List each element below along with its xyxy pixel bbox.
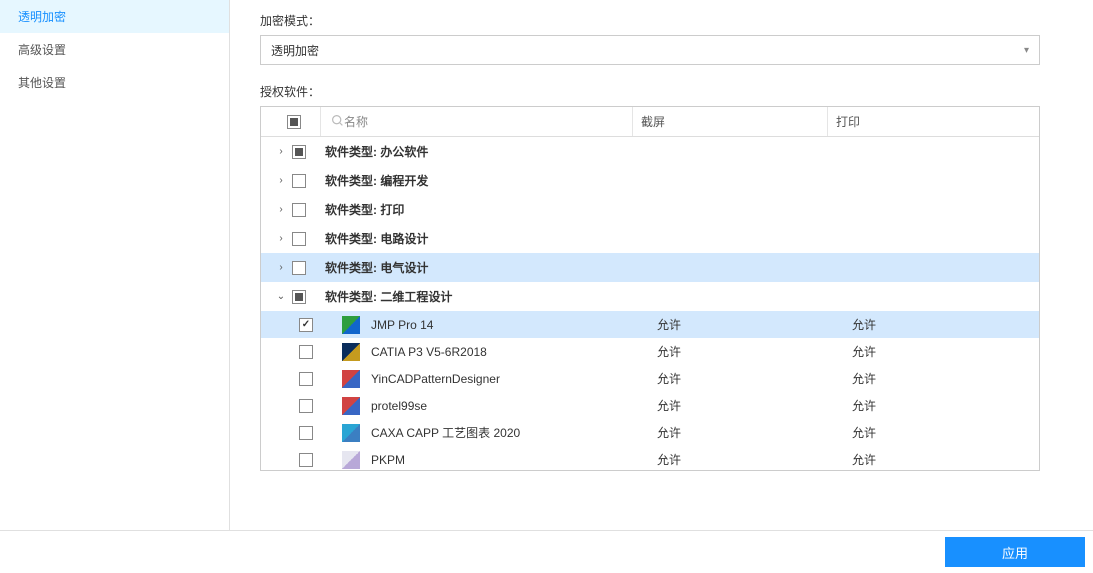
software-name: PKPM: [361, 453, 649, 467]
app-icon: [342, 424, 360, 442]
sidebar-item-2[interactable]: 其他设置: [0, 66, 229, 99]
software-row[interactable]: PKPM允许允许: [261, 446, 1039, 470]
screenshot-value: 允许: [649, 370, 844, 387]
software-checkbox[interactable]: [299, 372, 313, 386]
category-checkbox[interactable]: [292, 261, 306, 275]
app-icon: [342, 451, 360, 469]
screenshot-value: 允许: [649, 424, 844, 441]
software-row[interactable]: protel99se允许允许: [261, 392, 1039, 419]
category-checkbox[interactable]: [292, 174, 306, 188]
print-value: 允许: [844, 370, 1039, 387]
software-name: JMP Pro 14: [361, 318, 649, 332]
screenshot-value: 允许: [649, 343, 844, 360]
app-icon: [342, 316, 360, 334]
print-value: 允许: [844, 397, 1039, 414]
print-value: 允许: [844, 343, 1039, 360]
software-checkbox[interactable]: [299, 318, 313, 332]
software-name: CATIA P3 V5-6R2018: [361, 345, 649, 359]
category-checkbox[interactable]: [292, 203, 306, 217]
table-body[interactable]: › 软件类型: 办公软件 › 软件类型: 编程开发 › 软件类型: 打印 › 软件类型: 电路…: [261, 137, 1039, 470]
category-row[interactable]: › 软件类型: 编程开发: [261, 166, 1039, 195]
print-value: 允许: [844, 316, 1039, 333]
software-checkbox[interactable]: [299, 399, 313, 413]
chevron-right-icon[interactable]: ›: [276, 146, 286, 157]
footer: 应用: [0, 530, 1093, 573]
category-checkbox[interactable]: [292, 232, 306, 246]
main-content: 加密模式： 透明加密 ▾ 授权软件： 名称 截屏: [230, 0, 1093, 530]
encryption-mode-label: 加密模式：: [260, 12, 1063, 29]
category-label: 软件类型: 电路设计: [321, 230, 428, 247]
category-row[interactable]: › 软件类型: 打印: [261, 195, 1039, 224]
column-screenshot[interactable]: 截屏: [633, 107, 828, 136]
category-row[interactable]: › 软件类型: 电气设计: [261, 253, 1039, 282]
category-checkbox[interactable]: [292, 290, 306, 304]
auth-software-label: 授权软件：: [260, 83, 1063, 100]
sidebar: 透明加密高级设置其他设置: [0, 0, 230, 530]
screenshot-value: 允许: [649, 397, 844, 414]
category-row[interactable]: ⌄ 软件类型: 二维工程设计: [261, 282, 1039, 311]
column-name-label: 名称: [344, 113, 368, 130]
category-label: 软件类型: 打印: [321, 201, 404, 218]
chevron-right-icon[interactable]: ›: [276, 262, 286, 273]
apply-button[interactable]: 应用: [945, 537, 1085, 567]
category-checkbox[interactable]: [292, 145, 306, 159]
dropdown-value: 透明加密: [271, 42, 319, 59]
sidebar-item-0[interactable]: 透明加密: [0, 0, 229, 33]
software-checkbox[interactable]: [299, 453, 313, 467]
software-row[interactable]: CAXA CAPP 工艺图表 2020允许允许: [261, 419, 1039, 446]
software-name: protel99se: [361, 399, 649, 413]
software-checkbox[interactable]: [299, 345, 313, 359]
encryption-mode-dropdown[interactable]: 透明加密 ▾: [260, 35, 1040, 65]
column-print[interactable]: 打印: [828, 107, 1023, 136]
category-label: 软件类型: 办公软件: [321, 143, 428, 160]
category-label: 软件类型: 编程开发: [321, 172, 428, 189]
column-name[interactable]: 名称: [321, 107, 633, 136]
app-icon: [342, 370, 360, 388]
category-label: 软件类型: 二维工程设计: [321, 288, 452, 305]
table-header: 名称 截屏 打印: [261, 107, 1039, 137]
software-checkbox[interactable]: [299, 426, 313, 440]
chevron-down-icon[interactable]: ⌄: [276, 291, 286, 302]
software-row[interactable]: YinCADPatternDesigner允许允许: [261, 365, 1039, 392]
print-value: 允许: [844, 451, 1039, 468]
header-checkbox-cell: [261, 107, 321, 136]
chevron-right-icon[interactable]: ›: [276, 233, 286, 244]
chevron-down-icon: ▾: [1024, 45, 1029, 56]
software-name: YinCADPatternDesigner: [361, 372, 649, 386]
software-name: CAXA CAPP 工艺图表 2020: [361, 424, 649, 441]
app-icon: [342, 397, 360, 415]
software-table: 名称 截屏 打印 › 软件类型: 办公软件 › 软件类型: 编程开发 › 软件类型: 打印…: [260, 106, 1040, 471]
screenshot-value: 允许: [649, 451, 844, 468]
category-row[interactable]: › 软件类型: 电路设计: [261, 224, 1039, 253]
search-icon: [331, 114, 344, 130]
category-row[interactable]: › 软件类型: 办公软件: [261, 137, 1039, 166]
select-all-checkbox[interactable]: [287, 115, 301, 129]
sidebar-item-1[interactable]: 高级设置: [0, 33, 229, 66]
category-label: 软件类型: 电气设计: [321, 259, 428, 276]
app-icon: [342, 343, 360, 361]
chevron-right-icon[interactable]: ›: [276, 204, 286, 215]
chevron-right-icon[interactable]: ›: [276, 175, 286, 186]
screenshot-value: 允许: [649, 316, 844, 333]
print-value: 允许: [844, 424, 1039, 441]
software-row[interactable]: JMP Pro 14允许允许: [261, 311, 1039, 338]
software-row[interactable]: CATIA P3 V5-6R2018允许允许: [261, 338, 1039, 365]
